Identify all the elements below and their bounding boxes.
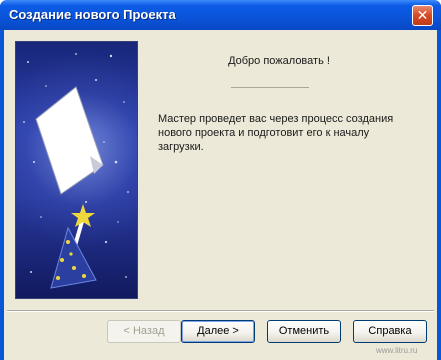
wizard-window: Создание нового Проекта ✕ Добро пожалова… <box>0 0 441 360</box>
close-button[interactable]: ✕ <box>412 5 433 26</box>
close-icon: ✕ <box>416 7 429 23</box>
banner-illustration <box>23 53 129 289</box>
back-button[interactable]: < Назад <box>107 320 181 343</box>
wizard-banner-image <box>15 41 138 299</box>
cancel-button[interactable]: Отменить <box>267 320 341 343</box>
title-bar[interactable]: Создание нового Проекта ✕ <box>0 0 441 30</box>
next-button[interactable]: Далее > <box>181 320 255 343</box>
button-separator <box>7 310 434 312</box>
welcome-heading: Добро пожаловать ! <box>228 55 330 67</box>
watermark: www.litru.ru <box>376 346 418 355</box>
heading-underline <box>231 87 309 88</box>
help-button[interactable]: Справка <box>353 320 427 343</box>
window-title: Создание нового Проекта <box>9 7 176 22</box>
wizard-client-area: Добро пожаловать ! Мастер проведет вас ч… <box>4 30 437 360</box>
wizard-description: Мастер проведет вас через процесс создан… <box>158 113 394 153</box>
